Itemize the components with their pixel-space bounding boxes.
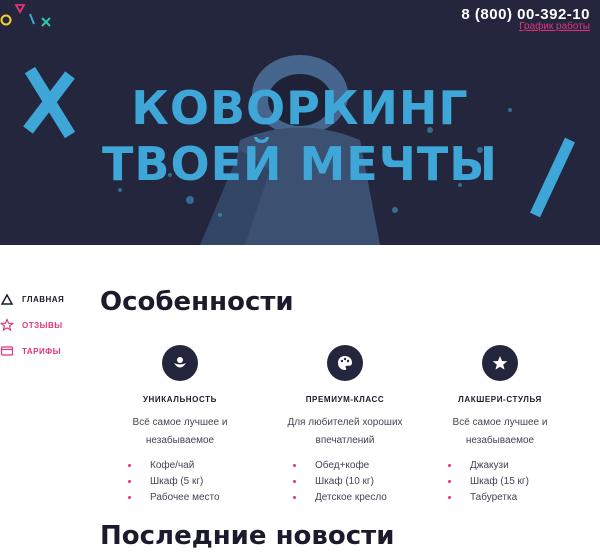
hero-title-line2: твоей мечты: [102, 137, 498, 191]
palette-icon: [338, 356, 352, 370]
list-item: Детское кресло: [293, 490, 425, 506]
sidebar-item-label: ГЛАВНАЯ: [22, 294, 65, 304]
feature-card: ЛАКШЕРИ-СТУЛЬЯ Всё самое лучшее и незабы…: [420, 345, 580, 506]
feature-title: ЛАКШЕРИ-СТУЛЬЯ: [458, 395, 542, 404]
list-item: Шкаф (15 кг): [448, 474, 580, 490]
hero-title-line1: Коворкинг: [131, 81, 469, 135]
feature-description: Для любителей хороших впечатлений: [287, 417, 403, 446]
sidebar-item-home[interactable]: ГЛАВНАЯ: [0, 290, 64, 308]
hero-title: Коворкинг твоей мечты: [0, 80, 600, 192]
sidebar-item-label: ТАРИФЫ: [22, 346, 61, 356]
feature-description: Всё самое лучшее и незабываемое: [132, 417, 228, 446]
list-item: Джакузи: [448, 458, 580, 474]
hero-banner: 8 (800) 00-392-10 График работы Коворкин…: [0, 0, 600, 245]
star-icon: [0, 318, 14, 332]
features-title: Особенности: [100, 287, 294, 317]
list-item: Шкаф (5 кг): [128, 474, 260, 490]
feature-icon-circle: [327, 345, 363, 381]
feature-bullet-list: Джакузи Шкаф (15 кг) Табуретка: [420, 458, 580, 506]
feature-bullet-list: Обед+кофе Шкаф (10 кг) Детское кресло: [265, 458, 425, 506]
flower-icon: [174, 357, 186, 368]
triangle-icon: [0, 293, 14, 305]
sidebar-nav: ГЛАВНАЯ ОТЗЫВЫ ТАРИФЫ: [0, 290, 64, 368]
news-title: Последние новости: [100, 521, 395, 551]
feature-icon-circle: [162, 345, 198, 381]
feature-card: УНИКАЛЬНОСТЬ Всё самое лучшее и незабыва…: [100, 345, 260, 506]
feature-icon-circle: [482, 345, 518, 381]
feature-title: УНИКАЛЬНОСТЬ: [142, 395, 218, 404]
feature-card: ПРЕМИУМ-КЛАСС Для любителей хороших впеч…: [265, 345, 425, 506]
card-icon: [0, 346, 14, 356]
sidebar-item-tariffs[interactable]: ТАРИФЫ: [0, 342, 64, 360]
list-item: Обед+кофе: [293, 458, 425, 474]
list-item: Табуретка: [448, 490, 580, 506]
list-item: Рабочее место: [128, 490, 260, 506]
sidebar-item-reviews[interactable]: ОТЗЫВЫ: [0, 316, 64, 334]
schedule-link[interactable]: График работы: [519, 21, 590, 32]
feature-title: ПРЕМИУМ-КЛАСС: [305, 395, 385, 404]
feature-bullet-list: Кофе/чай Шкаф (5 кг) Рабочее место: [100, 458, 260, 506]
logo[interactable]: [0, 0, 60, 34]
sidebar-item-label: ОТЗЫВЫ: [22, 320, 63, 330]
list-item: Шкаф (10 кг): [293, 474, 425, 490]
list-item: Кофе/чай: [128, 458, 260, 474]
star-icon: [492, 356, 508, 370]
feature-description: Всё самое лучшее и незабываемое: [452, 417, 548, 446]
